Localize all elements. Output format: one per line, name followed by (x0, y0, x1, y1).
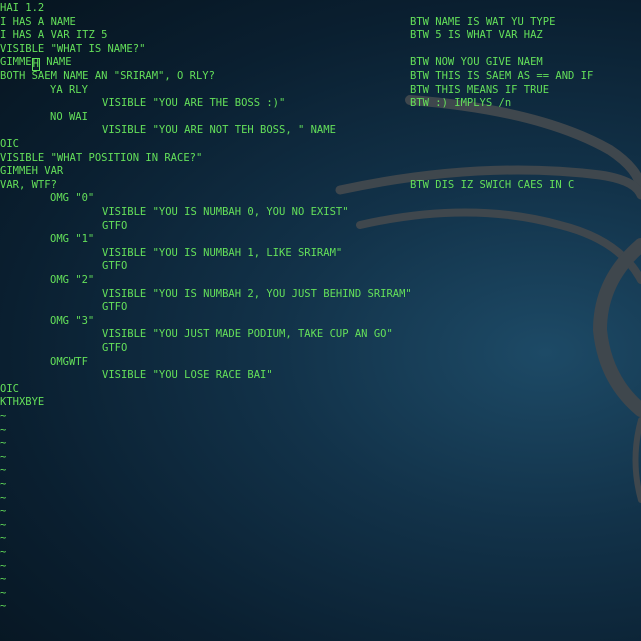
code-text: GIMMEH VAR (0, 165, 64, 178)
editor-line[interactable]: OMG "1" (0, 233, 641, 247)
code-text: OMG "2" (50, 274, 95, 286)
editor-line[interactable]: VISIBLE "YOU IS NUMBAH 0, YOU NO EXIST" (0, 206, 641, 220)
empty-line-marker: ~ (0, 505, 7, 518)
code-comment: BTW DIS IZ SWICH CAES IN C (410, 178, 575, 191)
empty-line-marker: ~ (0, 546, 7, 558)
editor-line[interactable]: KTHXBYE (0, 396, 641, 410)
code-text: OMG "1" (50, 233, 95, 246)
editor-line[interactable]: OIC (0, 138, 641, 152)
code-text: GTFO (102, 301, 128, 314)
code-text: VISIBLE "YOU ARE NOT TEH BOSS, " NAME (102, 124, 336, 137)
empty-line-marker: ~ (0, 491, 7, 504)
editor-line[interactable]: VISIBLE "YOU ARE THE BOSS :)" BTW :) IMPL… (0, 97, 641, 111)
empty-line-marker: ~ (0, 464, 7, 477)
empty-line-marker: ~ (0, 478, 7, 490)
empty-line-marker: ~ (0, 573, 7, 586)
code-text: BOTH SAEM NAME AN "SRIRAM", O RLY? (0, 70, 215, 82)
editor-line[interactable]: HAI 1.2 (0, 2, 641, 16)
code-text: HAI 1.2 (0, 2, 45, 14)
code-text: VISIBLE "YOU IS NUMBAH 2, YOU JUST BEHIN… (102, 287, 412, 300)
empty-line-marker: ~ (0, 586, 7, 599)
code-text-after-cursor: NAME (39, 56, 72, 69)
code-text: KTHXBYE (0, 396, 45, 409)
editor-line[interactable]: BOTH SAEM NAME AN "SRIRAM", O RLY? BTW TH… (0, 70, 641, 84)
editor-line[interactable]: OMG "3" (0, 315, 641, 329)
empty-line-marker: ~ (0, 437, 7, 450)
code-comment: BTW NAME IS WAT YU TYPE (410, 15, 556, 28)
editor-line[interactable]: GTFO (0, 260, 641, 274)
code-text: OIC (0, 382, 19, 395)
code-comment: BTW THIS IS SAEM AS == AND IF (410, 70, 594, 82)
editor-line[interactable]: YA RLY BTW THIS MEANS IF TRUE (0, 84, 641, 98)
code-text: VISIBLE "YOU IS NUMBAH 0, YOU NO EXIST" (102, 206, 349, 218)
editor-line[interactable]: VISIBLE "YOU JUST MADE PODIUM, TAKE CUP … (0, 328, 641, 342)
editor-line[interactable]: GTFO (0, 301, 641, 315)
empty-line-marker: ~ (0, 532, 7, 545)
code-text: VISIBLE "YOU JUST MADE PODIUM, TAKE CUP … (102, 328, 393, 341)
code-text: OIC (0, 138, 19, 150)
code-comment: BTW THIS MEANS IF TRUE (410, 83, 550, 96)
code-text: VISIBLE "YOU LOSE RACE BAI" (102, 369, 273, 382)
editor-line[interactable]: VISIBLE "YOU ARE NOT TEH BOSS, " NAME (0, 124, 641, 138)
editor-line[interactable]: GIMMEH NAME BTW NOW YOU GIVE NAEM (0, 56, 641, 72)
code-text: GTFO (102, 219, 128, 232)
empty-line-marker: ~ (0, 423, 7, 436)
empty-line-marker: ~ (0, 450, 7, 463)
editor-line[interactable]: GIMMEH VAR (0, 165, 641, 179)
code-text: I HAS A VAR ITZ 5 (0, 29, 108, 42)
code-text: OMG "3" (50, 314, 95, 327)
code-text: I HAS A NAME (0, 15, 76, 28)
code-comment: BTW 5 IS WHAT VAR HAZ (410, 29, 543, 42)
editor-line[interactable]: I HAS A NAME BTW NAME IS WAT YU TYPE (0, 16, 641, 30)
editor-line[interactable]: OMGWTF (0, 356, 641, 370)
code-comment: BTW :) IMPLYS /n (410, 97, 512, 110)
code-text: YA RLY (50, 83, 88, 96)
editor-line[interactable]: NO WAI (0, 111, 641, 125)
code-text: VAR, WTF? (0, 178, 57, 191)
empty-line-marker: ~ (0, 410, 7, 422)
code-comment: BTW NOW YOU GIVE NAEM (410, 56, 543, 69)
editor-line[interactable]: VISIBLE "WHAT IS NAME?" (0, 43, 641, 57)
editor-line[interactable]: OIC (0, 383, 641, 397)
code-text: OMGWTF (50, 355, 88, 368)
editor-line[interactable]: VAR, WTF? BTW DIS IZ SWICH CAES IN C (0, 179, 641, 193)
code-text: NO WAI (50, 110, 88, 123)
editor-line[interactable]: OMG "0" (0, 192, 641, 206)
editor-line[interactable]: VISIBLE "YOU IS NUMBAH 1, LIKE SRIRAM" (0, 247, 641, 261)
editor-line[interactable]: VISIBLE "WHAT POSITION IN RACE?" (0, 152, 641, 166)
code-text: VISIBLE "YOU ARE THE BOSS :)" (102, 97, 286, 110)
editor-line[interactable]: GTFO (0, 342, 641, 356)
editor-line[interactable]: VISIBLE "YOU IS NUMBAH 2, YOU JUST BEHIN… (0, 288, 641, 302)
editor-line[interactable]: OMG "2" (0, 274, 641, 288)
code-text: GTFO (102, 342, 128, 354)
editor-line[interactable]: I HAS A VAR ITZ 5 BTW 5 IS WHAT VAR HAZ (0, 29, 641, 43)
code-text: VISIBLE "WHAT POSITION IN RACE?" (0, 151, 203, 164)
code-text: GTFO (102, 260, 128, 273)
code-text: VISIBLE "WHAT IS NAME?" (0, 42, 146, 55)
empty-line-marker: ~ (0, 518, 7, 531)
empty-line-marker: ~ (0, 600, 7, 613)
vim-terminal[interactable]: HAI 1.2 I HAS A NAME BTW NAME IS WAT YU TY… (0, 0, 641, 641)
code-text: VISIBLE "YOU IS NUMBAH 1, LIKE SRIRAM" (102, 246, 343, 259)
editor-line[interactable]: GTFO (0, 220, 641, 234)
empty-line-marker: ~ (0, 559, 7, 572)
code-text-before-cursor: GIMME (0, 56, 32, 69)
code-text: OMG "0" (50, 192, 95, 205)
editor-line[interactable]: VISIBLE "YOU LOSE RACE BAI" (0, 369, 641, 383)
